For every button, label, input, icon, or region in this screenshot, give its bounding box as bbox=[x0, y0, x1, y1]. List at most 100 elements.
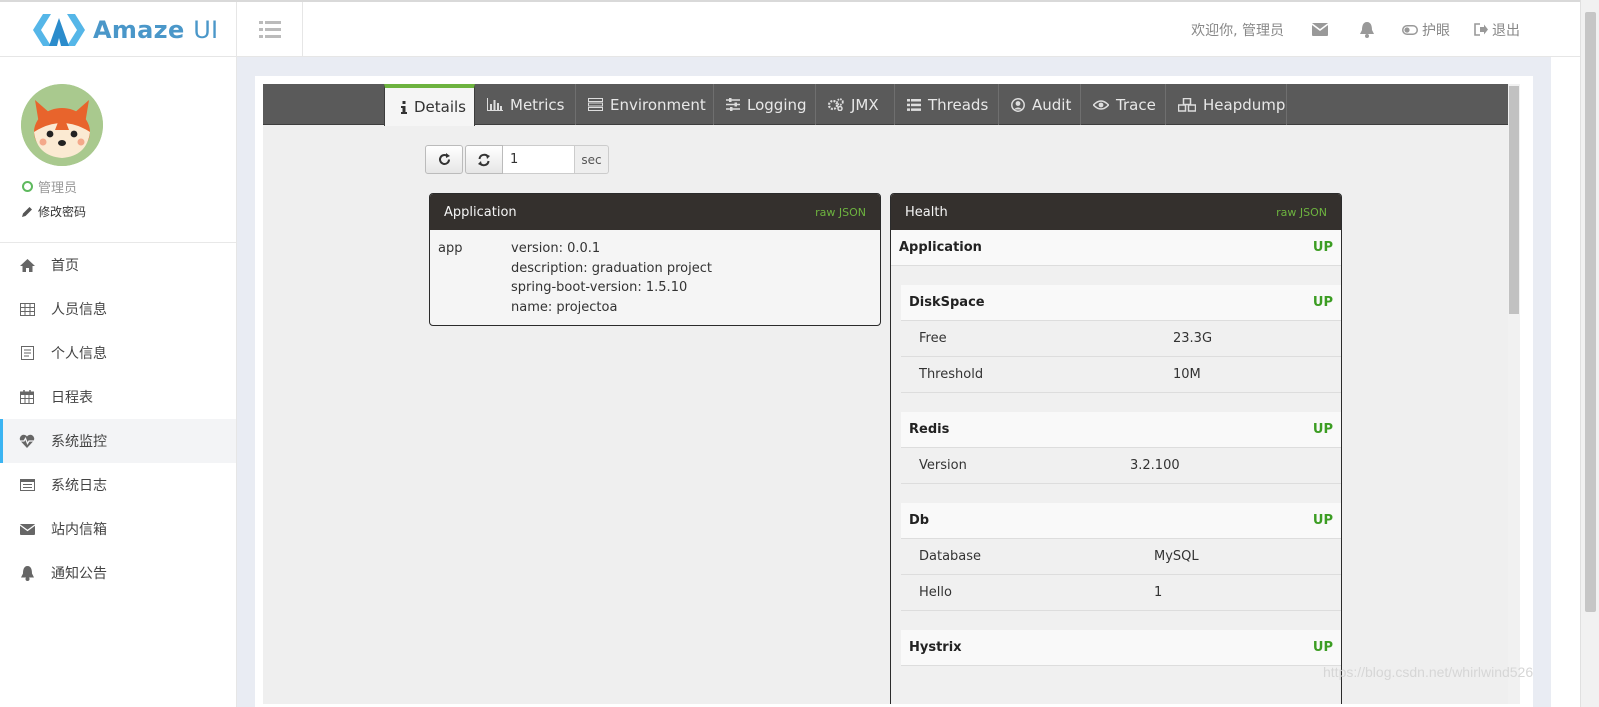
tab-logging[interactable]: Logging bbox=[714, 84, 816, 125]
health-detail-row: Database MySQL bbox=[901, 539, 1341, 575]
sidebar-item[interactable]: 系统日志 bbox=[0, 463, 236, 507]
health-diskspace-label: DiskSpace bbox=[909, 295, 985, 310]
calendar-icon bbox=[19, 389, 35, 405]
tab-threads[interactable]: Threads bbox=[895, 84, 999, 125]
sidebar-item[interactable]: 站内信箱 bbox=[0, 507, 236, 551]
health-hystrix-row: Hystrix UP bbox=[901, 630, 1341, 666]
change-password-label: 修改密码 bbox=[38, 205, 87, 219]
sidebar-item[interactable]: 个人信息 bbox=[0, 331, 236, 375]
logout-button[interactable]: 退出 bbox=[1462, 20, 1532, 40]
mail-button[interactable] bbox=[1296, 23, 1344, 36]
health-detail-row: Version 3.2.100 bbox=[901, 448, 1341, 484]
detail-key: Threshold bbox=[919, 367, 984, 382]
health-diskspace-section: DiskSpace UP Free 23.3G Threshold 10M bbox=[901, 285, 1341, 393]
logo-text: Amaze UI bbox=[93, 15, 219, 44]
detail-value: 1 bbox=[1154, 585, 1163, 600]
refresh-unit: sec bbox=[575, 145, 609, 174]
refresh-controls: sec bbox=[425, 145, 609, 174]
envelope-icon bbox=[1312, 23, 1328, 36]
user-status: 管理员 bbox=[22, 177, 77, 196]
sidebar-item[interactable]: 日程表 bbox=[0, 375, 236, 419]
application-values: version: 0.0.1 description: graduation p… bbox=[511, 239, 712, 317]
bell-icon bbox=[1360, 21, 1374, 38]
cubes-icon bbox=[1178, 97, 1196, 112]
application-key: app bbox=[438, 241, 463, 256]
tab-metrics[interactable]: Metrics bbox=[475, 84, 576, 125]
toggle-icon bbox=[1402, 24, 1418, 35]
sidebar: 管理员 修改密码 首页人员信息个人信息日程表系统监控系统日志站内信箱通知公告 bbox=[0, 57, 237, 707]
frame-scrollbar-thumb[interactable] bbox=[1509, 86, 1519, 314]
tab-label: Trace bbox=[1116, 95, 1156, 114]
monitor-panel: Details Metrics Environment Logging JMX Threa… bbox=[255, 76, 1533, 707]
health-application-row: Application UP bbox=[891, 230, 1341, 266]
amaze-logo-icon bbox=[33, 13, 85, 46]
tab-heapdump[interactable]: Heapdump bbox=[1166, 84, 1287, 125]
fox-avatar-icon bbox=[21, 84, 103, 166]
cogs-icon bbox=[828, 98, 844, 111]
sync-icon bbox=[478, 153, 490, 166]
health-raw-json-link[interactable]: raw JSON bbox=[1276, 206, 1327, 219]
detail-value: 10M bbox=[1173, 367, 1201, 382]
tab-details[interactable]: Details bbox=[384, 84, 475, 126]
application-card-title: Application bbox=[444, 204, 517, 220]
health-redis-row: Redis UP bbox=[901, 412, 1341, 448]
mail-icon bbox=[19, 521, 35, 537]
tab-label: Details bbox=[414, 98, 467, 116]
health-db-section: Db UP Database MySQL Hello 1 bbox=[901, 503, 1341, 611]
detail-key: Version bbox=[919, 458, 967, 473]
application-raw-json-link[interactable]: raw JSON bbox=[815, 206, 866, 219]
sidebar-item[interactable]: 系统监控 bbox=[0, 419, 236, 463]
tab-label: Logging bbox=[747, 95, 807, 114]
tab-environment[interactable]: Environment bbox=[576, 84, 714, 125]
sidebar-item-label: 系统日志 bbox=[51, 478, 107, 494]
page-scrollbar-thumb[interactable] bbox=[1585, 12, 1596, 612]
pencil-icon bbox=[22, 207, 32, 217]
eye-icon bbox=[1093, 99, 1109, 110]
sidebar-item-label: 站内信箱 bbox=[51, 522, 107, 538]
health-hystrix-section: Hystrix UP bbox=[901, 630, 1341, 666]
tab-audit[interactable]: Audit bbox=[999, 84, 1081, 125]
health-redis-status: UP bbox=[1312, 422, 1333, 437]
health-redis-label: Redis bbox=[909, 422, 950, 437]
detail-value: 23.3G bbox=[1173, 331, 1213, 346]
tab-label: Heapdump bbox=[1203, 95, 1286, 114]
eye-care-toggle[interactable]: 护眼 bbox=[1390, 20, 1462, 40]
menu-toggle-button[interactable] bbox=[237, 2, 303, 57]
sidebar-item[interactable]: 通知公告 bbox=[0, 551, 236, 595]
tab-jmx[interactable]: JMX bbox=[816, 84, 895, 125]
sidebar-item-label: 个人信息 bbox=[51, 346, 107, 362]
auto-refresh-button[interactable] bbox=[465, 145, 503, 174]
user-profile: 管理员 修改密码 bbox=[0, 57, 236, 243]
health-diskspace-row: DiskSpace UP bbox=[901, 285, 1341, 321]
sidebar-item[interactable]: 人员信息 bbox=[0, 287, 236, 331]
refresh-interval-input[interactable] bbox=[503, 145, 575, 174]
sidebar-item-label: 日程表 bbox=[51, 390, 93, 406]
list-icon bbox=[907, 98, 921, 111]
notification-button[interactable] bbox=[1344, 21, 1390, 38]
logo[interactable]: Amaze UI bbox=[0, 2, 237, 57]
health-hystrix-status: UP bbox=[1312, 640, 1333, 655]
sliders-icon bbox=[726, 98, 740, 111]
tab-label: Threads bbox=[928, 95, 989, 114]
online-status-icon bbox=[22, 181, 33, 192]
tab-trace[interactable]: Trace bbox=[1081, 84, 1166, 125]
health-card-title: Health bbox=[905, 204, 948, 220]
detail-value: MySQL bbox=[1154, 549, 1199, 564]
user-name: 管理员 bbox=[38, 181, 78, 196]
refresh-button[interactable] bbox=[425, 145, 463, 174]
sidebar-item[interactable]: 首页 bbox=[0, 243, 236, 287]
sign-out-icon bbox=[1474, 23, 1488, 36]
list-menu-icon bbox=[258, 21, 281, 38]
tab-bar: Details Metrics Environment Logging JMX Threa… bbox=[263, 84, 1508, 126]
eye-care-label: 护眼 bbox=[1422, 22, 1450, 39]
sidebar-item-label: 人员信息 bbox=[51, 302, 107, 318]
sidebar-item-label: 通知公告 bbox=[51, 566, 107, 582]
frame-scrollbar[interactable] bbox=[1508, 84, 1520, 704]
app-spring-boot-version: spring-boot-version: 1.5.10 bbox=[511, 280, 688, 296]
avatar[interactable] bbox=[21, 84, 103, 166]
health-card: Health raw JSON Application UP DiskSpace… bbox=[890, 193, 1342, 704]
health-detail-row: Hello 1 bbox=[901, 575, 1341, 611]
change-password-link[interactable]: 修改密码 bbox=[22, 203, 86, 220]
page-scrollbar[interactable] bbox=[1580, 0, 1599, 707]
health-db-label: Db bbox=[909, 513, 930, 528]
